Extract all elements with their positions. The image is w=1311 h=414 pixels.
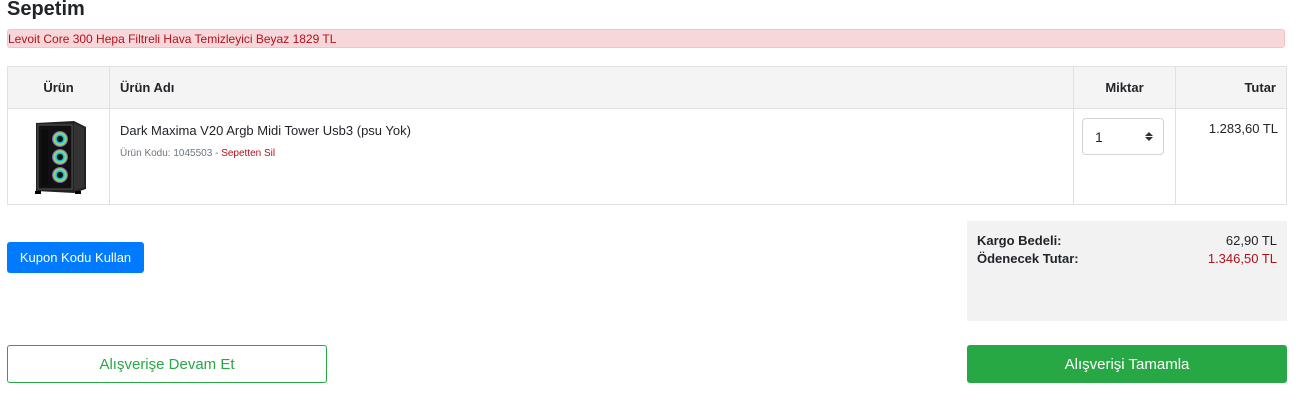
complete-order-button[interactable]: Alışverişi Tamamla [967,345,1287,383]
payable-value: 1.346,50 TL [1207,251,1277,266]
header-image: Ürün [7,66,110,109]
line-total: 1.283,60 TL [1208,121,1278,136]
header-name: Ürün Adı [109,66,1074,109]
table-row: Dark Maxima V20 Argb Midi Tower Usb3 (ps… [7,108,1287,205]
remove-from-cart-link[interactable]: Sepetten Sil [221,148,275,159]
header-quantity: Miktar [1073,66,1176,109]
use-coupon-button[interactable]: Kupon Kodu Kullan [7,242,144,273]
order-summary: Kargo Bedeli: 62,90 TL Ödenecek Tutar: 1… [967,221,1287,321]
meta-separator: - [212,148,222,159]
continue-shopping-button[interactable]: Alışverişe Devam Et [7,345,327,383]
table-header-row: Ürün Ürün Adı Miktar Tutar [7,66,1287,109]
product-name[interactable]: Dark Maxima V20 Argb Midi Tower Usb3 (ps… [120,123,1063,138]
header-total: Tutar [1175,66,1287,109]
page-title: Sepetim [7,0,85,20]
product-image-cell [7,108,110,205]
shipping-label: Kargo Bedeli: [977,233,1062,248]
quantity-cell: 1 [1073,108,1176,205]
payable-label: Ödenecek Tutar: [977,251,1079,266]
select-arrows-icon [1145,132,1153,141]
quantity-select[interactable]: 1 [1082,118,1164,155]
quantity-value: 1 [1095,128,1103,145]
product-info-cell: Dark Maxima V20 Argb Midi Tower Usb3 (ps… [109,108,1074,205]
product-code: Ürün Kodu: 1045503 [120,148,213,159]
line-total-cell: 1.283,60 TL [1175,108,1287,205]
shipping-row: Kargo Bedeli: 62,90 TL [977,233,1277,248]
payable-row: Ödenecek Tutar: 1.346,50 TL [977,251,1277,266]
pc-case-icon[interactable] [30,119,88,195]
cart-table: Ürün Ürün Adı Miktar Tutar Dark Maxima V… [7,66,1287,205]
cart-alert: Levoit Core 300 Hepa Filtreli Hava Temiz… [7,29,1285,48]
shipping-value: 62,90 TL [1225,233,1277,248]
